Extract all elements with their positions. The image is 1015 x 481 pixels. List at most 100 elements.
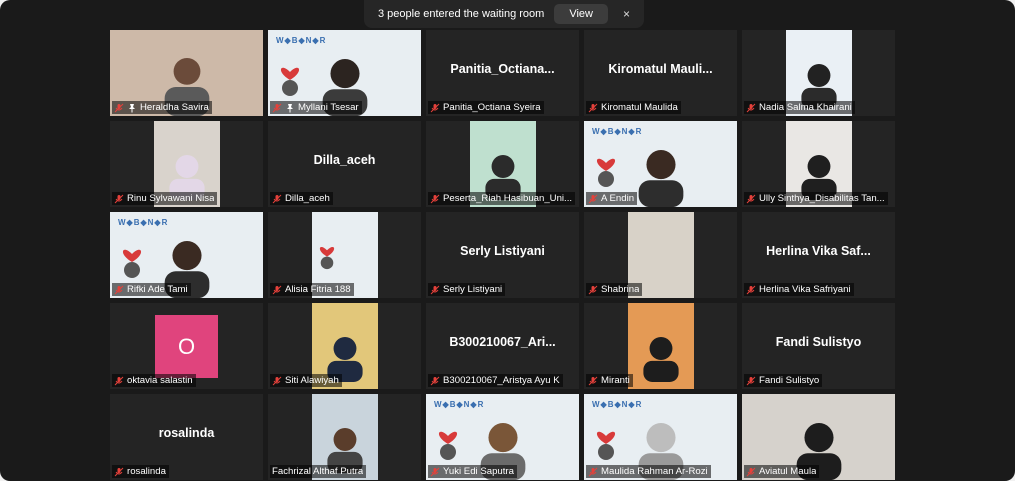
participant-tile[interactable]: Fachrizal Althaf Putra: [268, 394, 421, 480]
participant-avatar: O: [155, 315, 218, 378]
participant-label: Kiromatul Maulida: [586, 101, 681, 114]
muted-mic-icon: [430, 285, 440, 294]
webinar-background-logo: W◆B◆N◆R: [434, 400, 485, 409]
muted-mic-icon: [746, 376, 756, 385]
muted-mic-icon: [430, 467, 440, 476]
heart-mascot-icon: [596, 158, 616, 187]
participant-tile[interactable]: W◆B◆N◆R Maulida Rahman Ar-Rozi: [584, 394, 737, 480]
meeting-window: 3 people entered the waiting room View ×…: [0, 0, 1015, 481]
webinar-background-logo: W◆B◆N◆R: [118, 218, 169, 227]
waiting-room-message: 3 people entered the waiting room: [378, 8, 545, 20]
muted-mic-icon: [746, 467, 756, 476]
participant-display-name: Kiromatul Mauli...: [608, 62, 713, 76]
pin-icon: [129, 103, 135, 112]
participant-tile-active-speaker[interactable]: W◆B◆N◆R Myllani Tsesar: [268, 30, 421, 116]
participant-tile[interactable]: Serly Listiyani Serly Listiyani: [426, 212, 579, 298]
muted-mic-icon: [114, 194, 124, 203]
participant-label: Aviatul Maula: [744, 465, 820, 478]
muted-mic-icon: [272, 285, 282, 294]
participant-label: Alisia Fitria 188: [270, 283, 354, 296]
muted-mic-icon: [114, 467, 124, 476]
participant-label: Herlina Vika Safriyani: [744, 283, 854, 296]
heart-mascot-icon: [319, 246, 334, 270]
heart-mascot-icon: [596, 431, 616, 460]
participant-label: rosalinda: [112, 465, 169, 478]
participant-tile[interactable]: Shabrina: [584, 212, 737, 298]
participant-tile[interactable]: Rinu Sylvawani Nisa: [110, 121, 263, 207]
participant-tile[interactable]: B300210067_Ari... B300210067_Aristya Ayu…: [426, 303, 579, 389]
participant-label: Heraldha Savira: [112, 101, 212, 114]
participant-label: Miranti: [586, 374, 633, 387]
participant-label: B300210067_Aristya Ayu K: [428, 374, 563, 387]
participant-tile[interactable]: Heraldha Savira: [110, 30, 263, 116]
participant-label: Myllani Tsesar: [270, 101, 362, 114]
participant-label: A Endin: [586, 192, 638, 205]
muted-mic-icon: [746, 194, 756, 203]
muted-mic-icon: [272, 103, 282, 112]
participant-label: Dilla_aceh: [270, 192, 333, 205]
participant-label: oktavia salastin: [112, 374, 196, 387]
muted-mic-icon: [114, 376, 124, 385]
webinar-background-logo: W◆B◆N◆R: [276, 36, 327, 45]
pin-icon: [287, 103, 293, 112]
participant-label: Nadia Salma Khairani: [744, 101, 855, 114]
heart-mascot-icon: [280, 67, 300, 96]
participant-tile[interactable]: Ully Sinthya_Disabilitas Tan...: [742, 121, 895, 207]
muted-mic-icon: [588, 467, 598, 476]
participant-display-name: Dilla_aceh: [313, 153, 376, 167]
participant-display-name: Fandi Sulistyo: [775, 335, 862, 349]
participant-label: Fandi Sulistyo: [744, 374, 823, 387]
participant-label: Yuki Edi Saputra: [428, 465, 517, 478]
participant-tile[interactable]: rosalinda rosalinda: [110, 394, 263, 480]
participant-label: Maulida Rahman Ar-Rozi: [586, 465, 711, 478]
close-icon[interactable]: ×: [623, 7, 630, 21]
person-silhouette: [642, 336, 679, 382]
participant-label: Rifki Ade Tami: [112, 283, 191, 296]
muted-mic-icon: [114, 103, 124, 112]
participant-gallery: Heraldha Savira W◆B◆N◆R Myllani Tsesar P…: [110, 30, 895, 480]
participant-tile[interactable]: O oktavia salastin: [110, 303, 263, 389]
participant-display-name: Panitia_Octiana...: [450, 62, 555, 76]
participant-tile[interactable]: Siti Alawiyah: [268, 303, 421, 389]
participant-display-name: rosalinda: [158, 426, 215, 440]
participant-tile[interactable]: Fandi Sulistyo Fandi Sulistyo: [742, 303, 895, 389]
muted-mic-icon: [114, 285, 124, 294]
webinar-background-logo: W◆B◆N◆R: [592, 400, 643, 409]
participant-label: Fachrizal Althaf Putra: [270, 465, 367, 478]
participant-tile[interactable]: Aviatul Maula: [742, 394, 895, 480]
muted-mic-icon: [272, 376, 282, 385]
participant-video: [627, 303, 694, 389]
muted-mic-icon: [588, 285, 598, 294]
participant-tile[interactable]: W◆B◆N◆R Rifki Ade Tami: [110, 212, 263, 298]
heart-mascot-icon: [122, 249, 142, 278]
muted-mic-icon: [746, 103, 756, 112]
participant-tile[interactable]: Nadia Salma Khairani: [742, 30, 895, 116]
muted-mic-icon: [272, 194, 282, 203]
participant-label: Ully Sinthya_Disabilitas Tan...: [744, 192, 888, 205]
muted-mic-icon: [746, 285, 756, 294]
participant-tile[interactable]: Dilla_aceh Dilla_aceh: [268, 121, 421, 207]
participant-tile[interactable]: Panitia_Octiana... Panitia_Octiana Syeir…: [426, 30, 579, 116]
participant-display-name: B300210067_Ari...: [449, 335, 556, 349]
muted-mic-icon: [430, 376, 440, 385]
muted-mic-icon: [430, 194, 440, 203]
heart-mascot-icon: [438, 431, 458, 460]
webinar-background-logo: W◆B◆N◆R: [592, 127, 643, 136]
participant-label: Shabrina: [586, 283, 643, 296]
participant-tile[interactable]: Kiromatul Mauli... Kiromatul Maulida: [584, 30, 737, 116]
participant-label: Siti Alawiyah: [270, 374, 342, 387]
participant-label: Rinu Sylvawani Nisa: [112, 192, 218, 205]
muted-mic-icon: [588, 376, 598, 385]
participant-display-name: Herlina Vika Saf...: [766, 244, 871, 258]
participant-tile[interactable]: Alisia Fitria 188: [268, 212, 421, 298]
participant-tile[interactable]: W◆B◆N◆R A Endin: [584, 121, 737, 207]
participant-label: Peserta_Riah Hasibuan_Uni...: [428, 192, 576, 205]
participant-tile[interactable]: Peserta_Riah Hasibuan_Uni...: [426, 121, 579, 207]
participant-tile[interactable]: Herlina Vika Saf... Herlina Vika Safriya…: [742, 212, 895, 298]
participant-tile[interactable]: Miranti: [584, 303, 737, 389]
waiting-room-notification: 3 people entered the waiting room View ×: [364, 0, 644, 28]
participant-tile[interactable]: W◆B◆N◆R Yuki Edi Saputra: [426, 394, 579, 480]
view-waiting-room-button[interactable]: View: [554, 4, 608, 24]
muted-mic-icon: [430, 103, 440, 112]
muted-mic-icon: [588, 194, 598, 203]
